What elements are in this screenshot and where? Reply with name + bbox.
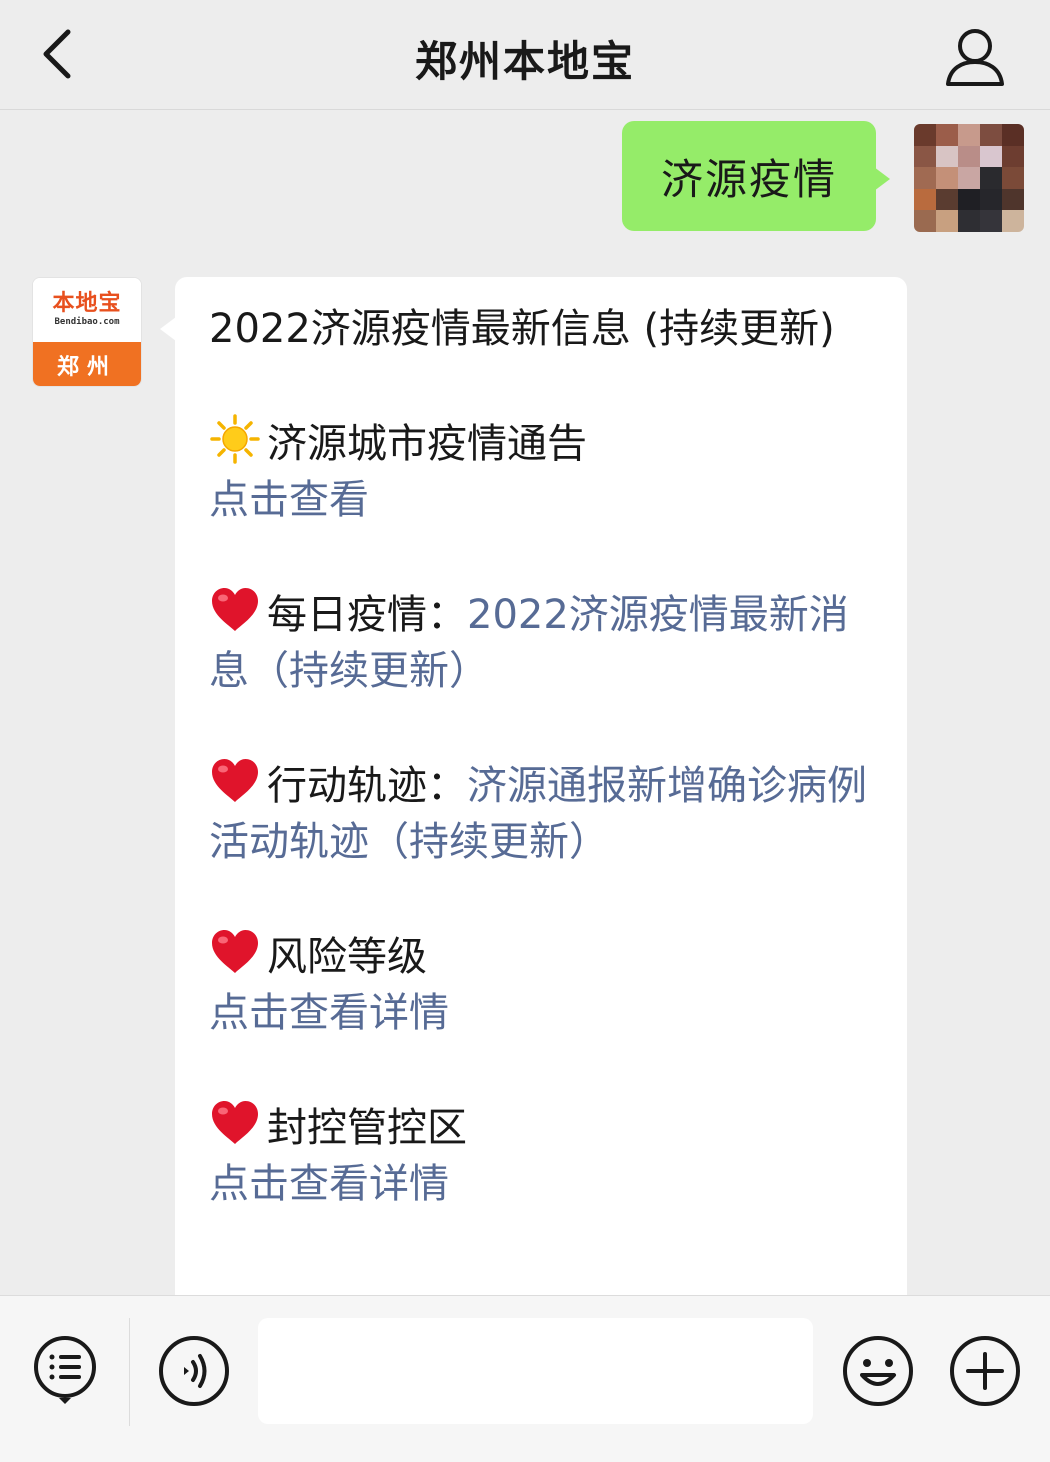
toolbar-divider [129, 1318, 130, 1426]
profile-button[interactable] [940, 22, 1010, 92]
incoming-message-bubble[interactable]: 2022济源疫情最新信息 (持续更新) 济源城市疫情通告 点击查看 每日疫情：2… [175, 277, 907, 1295]
section-heading: 行动轨迹 [267, 763, 427, 809]
logo-domain-text: Bendibao.com [54, 317, 120, 327]
section-control-zone: 封控管控区 点击查看详情 [209, 1097, 873, 1212]
section-city-notice: 济源城市疫情通告 点击查看 [209, 413, 873, 528]
message-input[interactable] [258, 1318, 813, 1424]
emoji-button[interactable] [840, 1333, 916, 1409]
heart-emoji-icon [212, 759, 258, 802]
outgoing-message-text: 济源疫情 [660, 154, 837, 204]
section-risk-level: 风险等级 点击查看详情 [209, 926, 873, 1041]
incoming-bubble-tail [160, 317, 176, 341]
section-heading: 风险等级 [267, 934, 427, 980]
section-link[interactable]: 点击查看详情 [209, 1156, 873, 1212]
sun-emoji-icon [210, 414, 260, 464]
message-title: 2022济源疫情最新信息 (持续更新) [209, 306, 835, 352]
section-link[interactable]: 点击查看详情 [209, 985, 873, 1041]
message-list[interactable]: 济源疫情 本地宝 Bendibao.com 郑州 2022济源疫情最新信息 (持… [0, 111, 1050, 1295]
plus-icon [950, 1336, 1020, 1406]
input-toolbar [0, 1295, 1050, 1462]
section-link[interactable]: 点击查看 [209, 472, 873, 528]
nav-bar: 郑州本地宝 [0, 0, 1050, 110]
section-activity-track: 行动轨迹：济源通报新增确诊病例活动轨迹（持续更新） [209, 755, 873, 870]
section-separator: ： [427, 763, 467, 809]
official-account-avatar[interactable]: 本地宝 Bendibao.com 郑州 [32, 277, 142, 387]
voice-icon [159, 1336, 229, 1406]
heart-emoji-icon [212, 930, 258, 973]
menu-icon [34, 1336, 96, 1404]
outgoing-message-bubble[interactable]: 济源疫情 [622, 121, 876, 231]
heart-emoji-icon [212, 588, 258, 631]
section-heading: 封控管控区 [267, 1105, 467, 1151]
section-heading: 济源城市疫情通告 [267, 421, 587, 467]
section-daily-epidemic: 每日疫情：2022济源疫情最新消息（持续更新） [209, 584, 873, 699]
section-separator: ： [427, 592, 467, 638]
logo-city-text: 郑州 [33, 342, 141, 386]
section-heading: 每日疫情 [267, 592, 427, 638]
logo-brand-text: 本地宝 [52, 291, 122, 316]
voice-button[interactable] [156, 1333, 232, 1409]
outgoing-bubble-tail [874, 167, 890, 191]
heart-emoji-icon [212, 1101, 258, 1144]
menu-button[interactable] [28, 1332, 104, 1408]
emoji-icon [843, 1336, 913, 1406]
user-avatar[interactable] [914, 124, 1024, 232]
chat-title: 郑州本地宝 [414, 37, 635, 86]
more-button[interactable] [947, 1333, 1023, 1409]
person-icon [946, 29, 1004, 86]
